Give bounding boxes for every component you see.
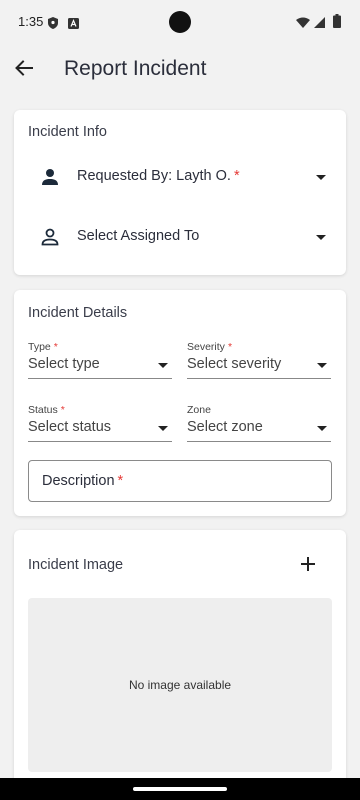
requested-by-label: Requested By: Layth O. * xyxy=(77,168,240,184)
system-nav-bar xyxy=(0,778,360,800)
font-notification-icon xyxy=(68,16,79,34)
chevron-down-icon xyxy=(317,363,327,368)
zone-value: Select zone xyxy=(187,419,263,435)
incident-image-card: Incident Image No image available xyxy=(14,530,346,790)
incident-details-card: Incident Details Type * Select type Sever… xyxy=(14,290,346,516)
assigned-to-label: Select Assigned To xyxy=(77,228,200,244)
severity-select[interactable]: Severity * Select severity xyxy=(187,341,331,387)
description-label: Description * xyxy=(42,473,123,489)
type-value: Select type xyxy=(28,356,100,372)
status-time: 1:35 xyxy=(18,14,44,29)
required-asterisk: * xyxy=(233,168,240,184)
assigned-to-dropdown[interactable]: Select Assigned To xyxy=(28,217,332,257)
severity-underline xyxy=(187,378,331,379)
wifi-icon xyxy=(296,15,310,33)
requested-by-dropdown[interactable]: Requested By: Layth O. * xyxy=(28,157,332,197)
person-outline-icon xyxy=(40,227,60,247)
page-title: Report Incident xyxy=(64,57,207,80)
chevron-down-icon xyxy=(158,363,168,368)
incident-info-card: Incident Info Requested By: Layth O. * Se… xyxy=(14,110,346,275)
severity-label: Severity * xyxy=(187,341,232,353)
description-label-text: Description xyxy=(42,473,115,489)
required-asterisk: * xyxy=(227,341,233,353)
required-asterisk: * xyxy=(53,341,58,353)
severity-value: Select severity xyxy=(187,356,282,372)
status-select[interactable]: Status * Select status xyxy=(28,404,172,450)
zone-underline xyxy=(187,441,331,442)
description-field[interactable]: Description * xyxy=(28,460,332,502)
app-bar: Report Incident xyxy=(0,44,360,96)
person-filled-icon xyxy=(40,167,60,187)
requested-by-text: Requested By: Layth O. xyxy=(77,168,231,184)
type-underline xyxy=(28,378,172,379)
plus-icon xyxy=(301,556,315,576)
no-image-text: No image available xyxy=(128,678,232,692)
type-label-text: Type xyxy=(28,341,51,353)
chevron-down-icon xyxy=(316,235,326,240)
required-asterisk: * xyxy=(60,404,65,416)
type-select[interactable]: Type * Select type xyxy=(28,341,172,387)
severity-label-text: Severity xyxy=(187,341,225,353)
status-bar: 1:35 xyxy=(0,0,360,44)
arrow-back-icon xyxy=(15,59,33,81)
zone-label: Zone xyxy=(187,404,211,416)
incident-details-title: Incident Details xyxy=(28,305,128,321)
signal-icon xyxy=(314,15,325,33)
type-label: Type * xyxy=(28,341,58,353)
status-value: Select status xyxy=(28,419,112,435)
incident-info-title: Incident Info xyxy=(28,124,107,140)
zone-select[interactable]: Zone Select zone xyxy=(187,404,331,450)
shield-icon xyxy=(48,16,58,34)
chevron-down-icon xyxy=(316,175,326,180)
battery-icon xyxy=(333,14,341,33)
back-button[interactable] xyxy=(10,56,38,84)
home-gesture-handle[interactable] xyxy=(133,787,227,791)
chevron-down-icon xyxy=(158,426,168,431)
status-label: Status * xyxy=(28,404,65,416)
add-image-button[interactable] xyxy=(294,552,322,580)
incident-image-title: Incident Image xyxy=(28,557,124,573)
status-underline xyxy=(28,441,172,442)
status-label-text: Status xyxy=(28,404,58,416)
required-asterisk: * xyxy=(117,473,124,489)
camera-cutout xyxy=(169,11,191,33)
chevron-down-icon xyxy=(317,426,327,431)
image-placeholder: No image available xyxy=(28,598,332,772)
